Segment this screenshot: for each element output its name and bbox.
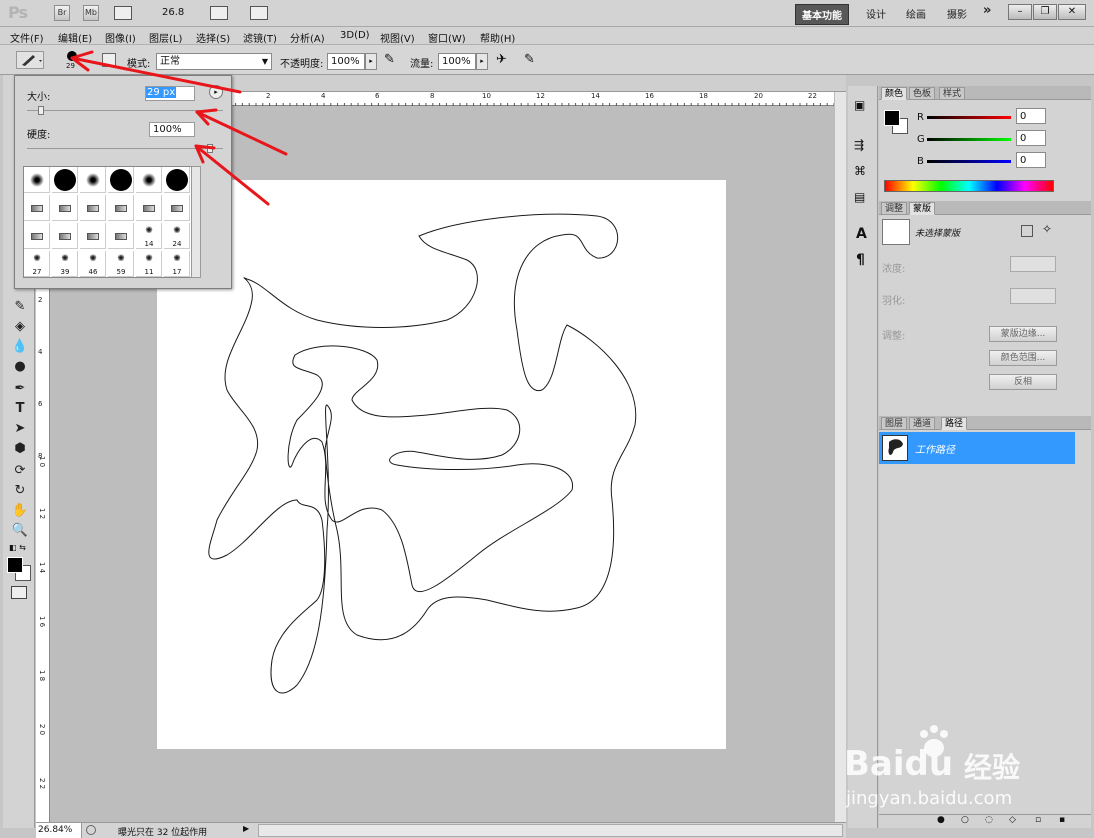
- arrow-to-brush-picker: [70, 56, 242, 94]
- watermark-cn: 经验: [964, 751, 1021, 784]
- baidu-watermark: Baidu 经验 jingyan.baidu.com: [840, 718, 1040, 818]
- annotation-arrows: [70, 50, 288, 206]
- foreground-color-swatch[interactable]: [7, 557, 23, 573]
- watermark-url: jingyan.baidu.com: [846, 788, 1013, 809]
- color-fg-swatch[interactable]: [884, 110, 900, 126]
- paw-logo-icon: [916, 724, 952, 760]
- arrow-to-hardness-slider: [194, 144, 270, 206]
